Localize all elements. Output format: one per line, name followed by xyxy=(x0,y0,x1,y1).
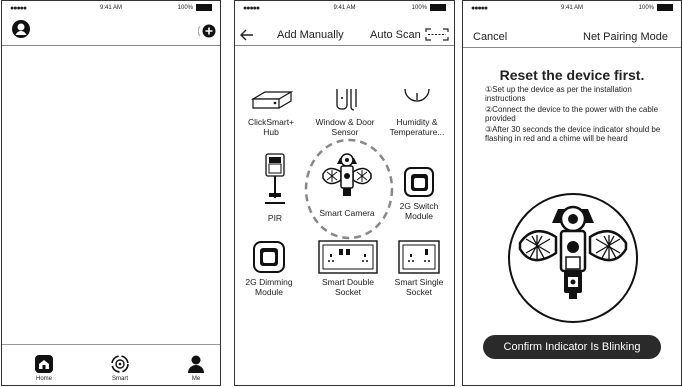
battery-text: 100% xyxy=(177,4,193,11)
device-label: Smart Single Socket xyxy=(394,277,444,297)
dimming-module-icon xyxy=(253,241,285,273)
device-label: ClickSmart+ Hub xyxy=(247,117,295,137)
step-text: Connect the device to the power with the… xyxy=(485,105,659,123)
device-tile-single-socket[interactable]: Smart Single Socket xyxy=(385,239,453,297)
home-screen: ●●●●● 9:41 AM 100% Home Smart Me xyxy=(1,0,221,386)
net-pairing-screen: ●●●●● 9:41 AM 100% Cancel Net Pairing Mo… xyxy=(462,0,682,386)
step-text: Set up the device as per the installatio… xyxy=(485,85,632,103)
instruction-step: ①Set up the device as per the installati… xyxy=(485,85,665,103)
battery-text: 100% xyxy=(638,4,654,11)
window-sensor-icon xyxy=(336,89,357,111)
header-divider xyxy=(2,45,220,46)
switch-module-icon xyxy=(404,167,434,197)
hub-icon xyxy=(250,91,294,109)
avatar[interactable] xyxy=(11,19,31,39)
person-icon xyxy=(188,355,204,373)
device-tile-pir[interactable]: PIR xyxy=(247,153,303,223)
header-divider xyxy=(463,47,681,48)
scan-icon[interactable] xyxy=(425,28,449,46)
instruction-list: ①Set up the device as per the installati… xyxy=(485,85,665,143)
battery-icon xyxy=(657,4,673,11)
tab-home-label: Home xyxy=(35,376,52,382)
tab-home[interactable]: Home xyxy=(19,354,69,382)
camera-illustration xyxy=(508,193,638,323)
header-divider xyxy=(235,45,454,46)
page-title: Add Manually xyxy=(277,29,344,41)
device-label: PIR xyxy=(267,213,283,223)
step-text: After 30 seconds the device indicator sh… xyxy=(485,125,661,143)
double-socket-icon xyxy=(318,240,378,274)
selection-highlight xyxy=(304,138,394,240)
arrow-left-icon xyxy=(240,29,253,41)
device-label: Window & Door Sensor xyxy=(315,117,375,137)
smart-icon xyxy=(111,355,129,373)
status-bar: ●●●●● 9:41 AM 100% xyxy=(463,4,681,14)
device-label: 2G Dimming Module xyxy=(245,277,293,297)
home-icon xyxy=(35,355,53,373)
add-device-button[interactable] xyxy=(197,22,216,40)
bottom-tab-bar: Home Smart Me xyxy=(2,344,220,385)
instruction-step: ③After 30 seconds the device indicator s… xyxy=(485,125,665,143)
tab-smart-label: Smart xyxy=(111,376,128,382)
page-title: Reset the device first. xyxy=(499,67,645,83)
add-device-screen: ●●●●● 9:41 AM 100% Add Manually Auto Sca… xyxy=(234,0,455,386)
humidity-sensor-icon xyxy=(404,88,430,102)
status-bar: ●●●●● 9:41 AM 100% xyxy=(2,4,220,14)
device-tile-humidity-sensor[interactable]: Humidity & Temperature... xyxy=(385,88,449,137)
tab-me-label: Me xyxy=(191,376,201,382)
device-tile-2g-switch[interactable]: 2G Switch Module xyxy=(389,165,449,221)
single-socket-icon xyxy=(398,240,440,274)
device-tile-hub[interactable]: ClickSmart+ Hub xyxy=(241,89,301,137)
device-tile-double-socket[interactable]: Smart Double Socket xyxy=(313,239,383,297)
status-bar: ●●●●● 9:41 AM 100% xyxy=(235,4,454,14)
tab-smart[interactable]: Smart xyxy=(95,354,145,382)
cancel-button[interactable]: Cancel xyxy=(473,31,507,43)
device-tile-2g-dimming[interactable]: 2G Dimming Module xyxy=(239,239,299,297)
confirm-indicator-button[interactable]: Confirm Indicator Is Blinking xyxy=(483,335,661,359)
pir-sensor-icon xyxy=(265,153,285,204)
device-label: Humidity & Temperature... xyxy=(389,117,445,137)
battery-text: 100% xyxy=(411,4,427,11)
mode-selector[interactable]: Net Pairing Mode xyxy=(583,31,668,43)
instruction-step: ②Connect the device to the power with th… xyxy=(485,105,665,123)
back-button[interactable] xyxy=(240,28,254,46)
tab-me[interactable]: Me xyxy=(171,354,220,382)
device-label: Smart Double Socket xyxy=(322,277,374,297)
auto-scan-button[interactable]: Auto Scan xyxy=(370,29,421,41)
battery-icon xyxy=(430,4,446,11)
device-tile-window-sensor[interactable]: Window & Door Sensor xyxy=(315,89,375,137)
battery-icon xyxy=(196,4,212,11)
device-label: 2G Switch Module xyxy=(399,201,439,221)
